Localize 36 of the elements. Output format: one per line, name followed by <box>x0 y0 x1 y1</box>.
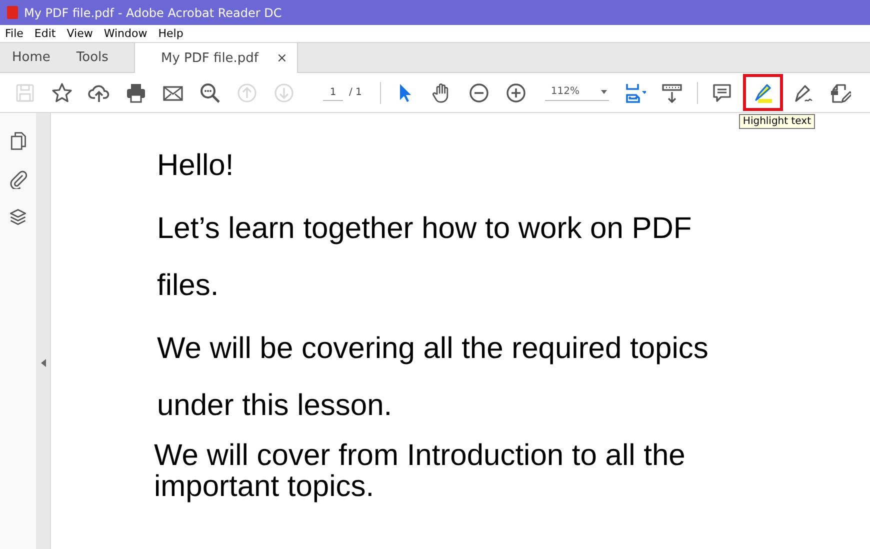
tab[interactable]: My PDF file.pdf × <box>134 43 298 73</box>
tab[interactable]: Tools <box>64 43 122 72</box>
page-number-field[interactable]: 1 <box>323 84 343 100</box>
menu-item[interactable]: Edit <box>29 27 62 40</box>
paragraph: We will be covering all the required topics under this lesson. <box>157 331 710 424</box>
fit-page-icon <box>624 82 646 104</box>
page-total: / 1 <box>349 87 362 98</box>
paragraph: Let’s learn together how to work on PDF files. <box>157 211 693 304</box>
zoom-out-icon <box>468 82 490 104</box>
layers-icon[interactable] <box>8 207 28 227</box>
edit-document-icon <box>829 82 852 104</box>
star-icon <box>50 82 72 104</box>
paragraph: Hello! <box>157 148 235 184</box>
menu-item[interactable]: Help <box>153 27 190 40</box>
menu-item[interactable]: File <box>0 27 30 40</box>
paperclip-icon[interactable] <box>8 169 28 189</box>
zoom-dropdown[interactable]: 112% <box>544 84 609 101</box>
menu-item[interactable]: Window <box>98 27 154 40</box>
save-icon <box>14 82 36 104</box>
toolbar-button[interactable] <box>742 74 783 111</box>
close-icon[interactable]: × <box>276 50 288 66</box>
caret-icon <box>600 90 607 94</box>
menu-item[interactable]: View <box>62 27 99 40</box>
zoom-in-icon <box>505 82 528 104</box>
scroll-icon <box>661 82 684 104</box>
collapse-handle[interactable] <box>36 113 51 549</box>
window-title: My PDF file.pdf - Adobe Acrobat Reader DC <box>24 6 282 20</box>
search-icon <box>198 82 220 104</box>
tab[interactable]: Home <box>0 43 64 72</box>
tooltip: Highlight text <box>738 114 815 129</box>
pdf-icon <box>7 6 18 19</box>
pages-icon[interactable] <box>8 131 28 151</box>
paragraph: We will cover from Introduction to all the important topics. <box>154 440 686 502</box>
collapse-arrow-icon <box>40 359 46 367</box>
print-icon <box>124 82 146 104</box>
comment-icon <box>711 82 734 104</box>
